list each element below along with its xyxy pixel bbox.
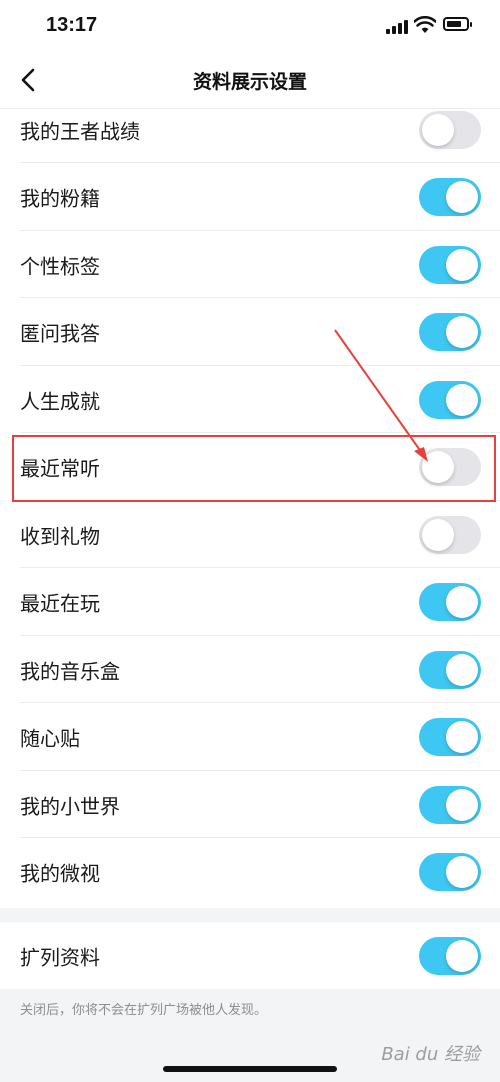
setting-label: 随心贴 xyxy=(20,726,80,751)
setting-label: 我的王者战绩 xyxy=(20,119,140,143)
home-indicator[interactable] xyxy=(163,1066,337,1072)
setting-label: 匿问我答 xyxy=(20,321,100,346)
setting-label: 收到礼物 xyxy=(20,524,100,548)
cellular-signal-icon xyxy=(386,20,408,34)
battery-icon xyxy=(443,17,472,31)
setting-toggle[interactable] xyxy=(419,448,481,486)
setting-toggle[interactable] xyxy=(419,785,481,824)
setting-toggle[interactable] xyxy=(419,515,481,554)
toggle-knob xyxy=(446,586,478,618)
setting-label: 最近常听 xyxy=(20,456,100,481)
setting-row: 最近在玩 xyxy=(0,569,500,636)
footer-note: 关闭后，你将不会在扩列广场被他人发现。 xyxy=(20,1003,268,1018)
setting-label: 我的音乐盒 xyxy=(20,659,120,683)
setting-toggle[interactable] xyxy=(419,380,481,419)
setting-toggle[interactable] xyxy=(419,718,481,756)
status-time: 13:17 xyxy=(46,14,98,36)
toggle-knob xyxy=(446,248,478,281)
setting-label: 我的粉籍 xyxy=(20,186,100,211)
toggle-knob xyxy=(446,383,478,416)
setting-row: 我的粉籍 xyxy=(0,164,500,231)
setting-toggle[interactable] xyxy=(419,936,481,975)
status-bar: 13:17 xyxy=(0,0,500,52)
setting-row: 最近常听 xyxy=(0,434,500,501)
setting-label: 最近在玩 xyxy=(20,591,100,616)
setting-toggle[interactable] xyxy=(419,178,481,216)
setting-row: 收到礼物 xyxy=(0,501,500,568)
setting-row: 人生成就 xyxy=(0,366,500,433)
setting-row: 我的微视 xyxy=(0,839,500,906)
section-gap xyxy=(0,908,500,922)
setting-toggle[interactable] xyxy=(419,110,481,149)
setting-row: 我的音乐盒 xyxy=(0,636,500,703)
wifi-icon xyxy=(414,16,436,33)
setting-row: 随心贴 xyxy=(0,704,500,771)
toggle-knob xyxy=(446,181,478,213)
toggle-knob xyxy=(446,939,478,972)
setting-toggle[interactable] xyxy=(419,853,481,891)
toggle-knob xyxy=(422,113,454,146)
setting-toggle[interactable] xyxy=(419,313,481,351)
toggle-knob xyxy=(446,721,478,753)
setting-toggle[interactable] xyxy=(419,650,481,689)
setting-toggle[interactable] xyxy=(419,245,481,284)
setting-label: 人生成就 xyxy=(20,389,100,413)
setting-row-extra: 扩列资料 xyxy=(0,922,500,989)
setting-toggle[interactable] xyxy=(419,583,481,621)
setting-row: 我的王者战绩 xyxy=(0,96,500,163)
toggle-knob xyxy=(446,316,478,348)
toggle-knob xyxy=(446,788,478,821)
setting-label: 扩列资料 xyxy=(20,945,100,969)
page-title: 资料展示设置 xyxy=(192,71,307,93)
setting-label: 我的小世界 xyxy=(20,794,120,818)
setting-label: 我的微视 xyxy=(20,861,100,886)
watermark-logo: Bai du 经验 xyxy=(381,1044,480,1065)
setting-row: 我的小世界 xyxy=(0,771,500,838)
setting-row: 个性标签 xyxy=(0,231,500,298)
toggle-knob xyxy=(422,518,454,551)
toggle-knob xyxy=(446,653,478,686)
setting-row: 匿问我答 xyxy=(0,299,500,366)
setting-label: 个性标签 xyxy=(20,254,100,278)
toggle-knob xyxy=(422,451,454,483)
toggle-knob xyxy=(446,856,478,888)
